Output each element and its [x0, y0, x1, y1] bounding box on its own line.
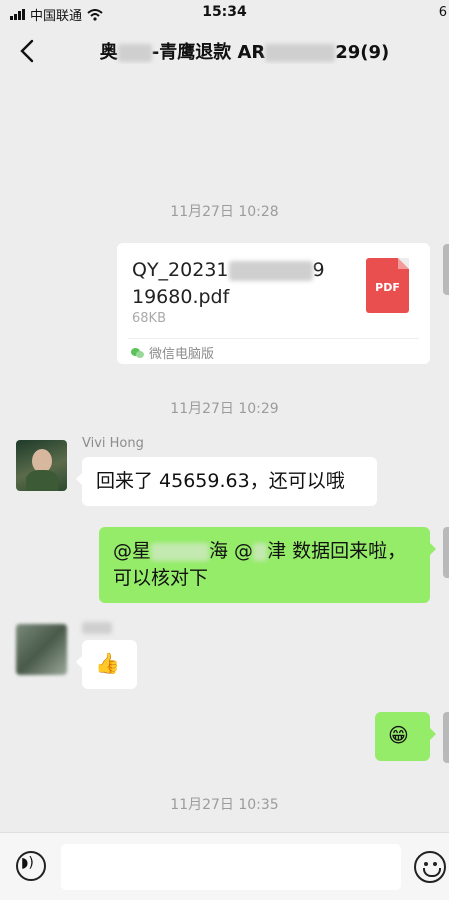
status-bar: 中国联通 15:34 6 — [0, 0, 449, 24]
file-source: 微信电脑版 — [131, 343, 214, 362]
title-text-3: 29(9) — [335, 42, 390, 63]
sender-name-redacted — [82, 622, 112, 634]
voice-icon[interactable]: ◗) — [16, 851, 46, 881]
title-text-2: -青鹰退款 AR — [151, 42, 266, 63]
incoming-message-bubble[interactable]: 回来了 45659.63，还可以哦 — [76, 457, 377, 506]
back-arrow-icon[interactable] — [16, 38, 38, 64]
avatar-redacted[interactable] — [16, 624, 67, 675]
avatar-vivi-hong[interactable] — [16, 440, 67, 491]
file-size: 68KB — [132, 311, 166, 326]
thumbs-up-message[interactable]: 👍 — [76, 640, 137, 689]
input-bar: ◗) — [0, 832, 449, 900]
timestamp: 11月27日 10:35 — [170, 797, 279, 813]
own-avatar-edge — [443, 527, 449, 578]
file-message-card[interactable]: QY_20231 9 19680.pdf 68KB PDF 微信电脑版 — [117, 243, 430, 364]
emoji-icon[interactable] — [414, 851, 446, 883]
own-avatar-edge — [443, 244, 449, 295]
own-avatar-edge — [443, 712, 449, 763]
message-input[interactable] — [61, 844, 401, 890]
wechat-icon — [131, 347, 145, 358]
mention-redacted-2 — [253, 542, 268, 561]
clock: 15:34 — [202, 4, 247, 20]
divider — [128, 338, 419, 339]
timestamp: 11月27日 10:28 — [170, 204, 279, 220]
battery-level: 6 — [438, 5, 447, 20]
timestamp: 11月27日 10:29 — [170, 401, 279, 417]
file-name: QY_20231 9 19680.pdf — [132, 259, 325, 308]
mention-redacted — [151, 542, 210, 561]
grin-emoji-message[interactable]: 😁 — [375, 712, 436, 761]
title-redacted — [117, 44, 152, 62]
title-text-1: 奥 — [99, 42, 118, 63]
outgoing-message-bubble[interactable]: @星海 @ 津 数据回来啦， 可以核对下 — [99, 527, 436, 603]
chat-title: 奥 -青鹰退款 AR 29(9) — [60, 38, 429, 64]
file-name-redacted — [228, 260, 313, 281]
title-redacted-2 — [265, 44, 336, 62]
pdf-file-icon: PDF — [366, 258, 409, 313]
sender-name: Vivi Hong — [82, 436, 144, 451]
